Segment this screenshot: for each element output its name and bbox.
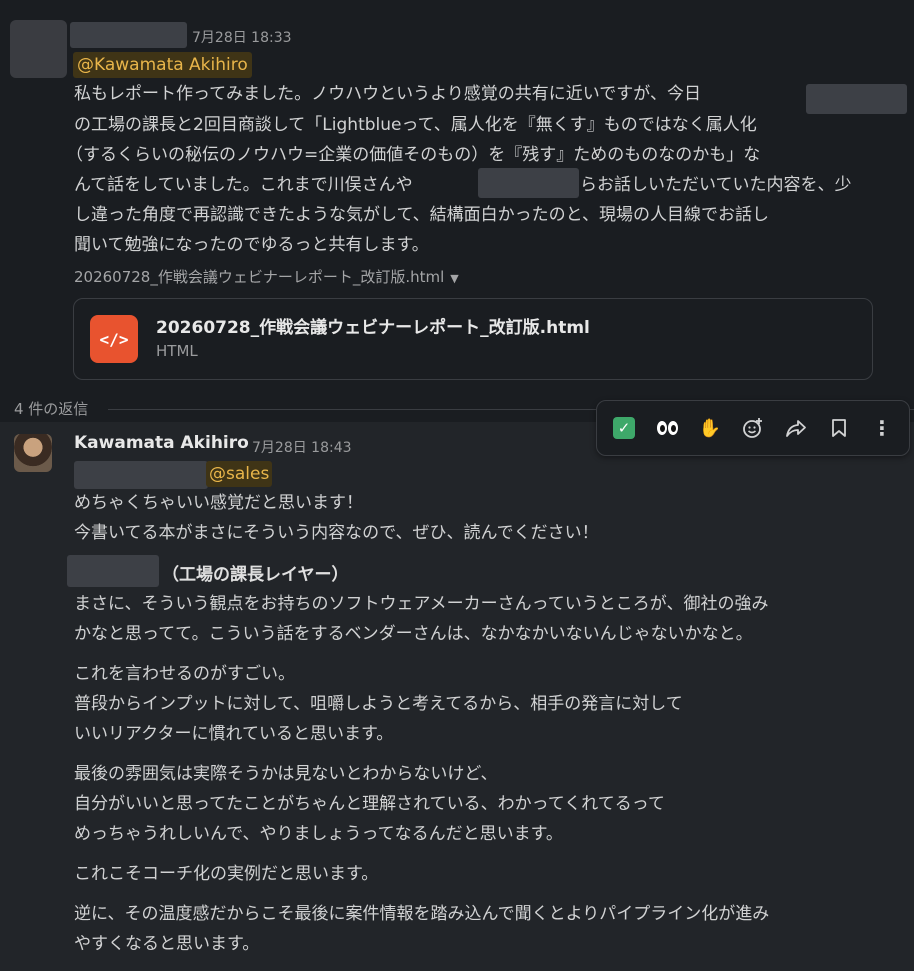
raised-hands-icon: ✋ <box>698 417 722 439</box>
redacted-text <box>67 555 159 587</box>
redacted-text <box>478 168 579 198</box>
message-text-line: かなと思ってて。こういう話をするベンダーさんは、なかなかいないんじゃないかなと。 <box>74 624 753 644</box>
message-text-line: 私もレポート作ってみました。ノウハウというより感覚の共有に近いですが、今日 <box>74 84 701 104</box>
check-mark-reaction-button[interactable]: ✓ <box>607 411 641 445</box>
message-text-line: 自分がいいと思ってたことがちゃんと理解されている、わかってくれてるって <box>74 794 665 814</box>
group-mention[interactable]: @sales <box>206 461 273 487</box>
message-text-line: いいリアクターに慣れていると思います。 <box>74 724 394 744</box>
message-text-line: 最後の雰囲気は実際そうかは見ないとわからないけど、 <box>74 764 498 784</box>
quote-heading: （工場の課長レイヤー） <box>162 565 349 585</box>
message-text-line: これこそコーチ化の実例だと思います。 <box>74 864 379 884</box>
file-label-text: 20260728_作戦会議ウェビナーレポート_改訂版.html <box>74 268 445 286</box>
redacted-mention <box>74 461 208 489</box>
message-text-line: 普段からインプットに対して、咀嚼しようと考えてるから、相手の発言に対して <box>74 694 683 714</box>
avatar[interactable] <box>14 434 52 472</box>
message-text-line: めっちゃうれしいんで、やりましょうってなるんだと思います。 <box>74 824 563 844</box>
chevron-down-icon[interactable]: ▼ <box>450 272 458 285</box>
message-text-line: 逆に、その温度感だからこそ最後に案件情報を踏み込んで聞くとよりパイプライン化が進… <box>74 904 770 924</box>
replies-count[interactable]: 4 件の返信 <box>14 398 88 419</box>
message-text-line: 聞いて勉強になったのでゆるっと共有します。 <box>74 235 429 255</box>
bookmark-button[interactable] <box>822 411 856 445</box>
avatar-redacted[interactable] <box>10 20 67 78</box>
message-text-line: の工場の課長と2回目商談して「Lightblueって、属人化を『無くす』ものでは… <box>74 115 757 135</box>
redacted-text <box>806 84 907 114</box>
file-attachment-label[interactable]: 20260728_作戦会議ウェビナーレポート_改訂版.html ▼ <box>74 266 459 287</box>
eyes-reaction-button[interactable] <box>650 411 684 445</box>
author-name[interactable]: Kawamata Akihiro <box>74 433 249 453</box>
user-mention[interactable]: @Kawamata Akihiro <box>73 52 252 78</box>
raised-hands-reaction-button[interactable]: ✋ <box>693 411 727 445</box>
eyes-icon <box>656 421 678 435</box>
message-text-line: らお話しいただいていた内容を、少 <box>580 175 852 195</box>
message-text-line: やすくなると思います。 <box>74 934 260 954</box>
author-name-redacted[interactable] <box>70 22 187 48</box>
message-timestamp[interactable]: 7月28日 18:33 <box>192 27 292 47</box>
message-text-line: めちゃくちゃいい感覚だと思います！ <box>74 493 363 513</box>
add-reaction-button[interactable] <box>736 411 770 445</box>
message-text-line: んて話をしていました。これまで川俣さんや <box>74 175 413 195</box>
bookmark-icon <box>832 419 846 437</box>
message-text-line: （するくらいの秘伝のノウハウ=企業の価値そのもの）を『残す』ためのものなのかも」… <box>66 145 761 165</box>
check-mark-icon: ✓ <box>613 417 635 439</box>
message-text-line: 今書いてる本がまさにそういう内容なので、ぜひ、読んでください！ <box>74 523 599 543</box>
more-actions-button[interactable]: ⋮ <box>865 411 899 445</box>
file-name: 20260728_作戦会議ウェビナーレポート_改訂版.html <box>156 318 590 338</box>
add-reaction-icon <box>743 418 762 438</box>
code-file-icon: </> <box>90 315 138 363</box>
message-timestamp[interactable]: 7月28日 18:43 <box>252 437 352 457</box>
file-attachment-card[interactable]: </> 20260728_作戦会議ウェビナーレポート_改訂版.html HTML <box>73 298 873 380</box>
share-icon <box>786 420 806 437</box>
share-button[interactable] <box>779 411 813 445</box>
message-actions-toolbar: ✓ ✋ ⋮ <box>596 400 910 456</box>
file-type: HTML <box>156 342 198 360</box>
message-text-line: これを言わせるのがすごい。 <box>74 664 295 684</box>
more-actions-icon: ⋮ <box>872 416 892 440</box>
message-text-line: まさに、そういう観点をお持ちのソフトウェアメーカーさんっていうところが、御社の強… <box>74 594 769 614</box>
message-text-line: し違った角度で再認識できたような気がして、結構面白かったのと、現場の人目線でお話… <box>74 205 769 225</box>
